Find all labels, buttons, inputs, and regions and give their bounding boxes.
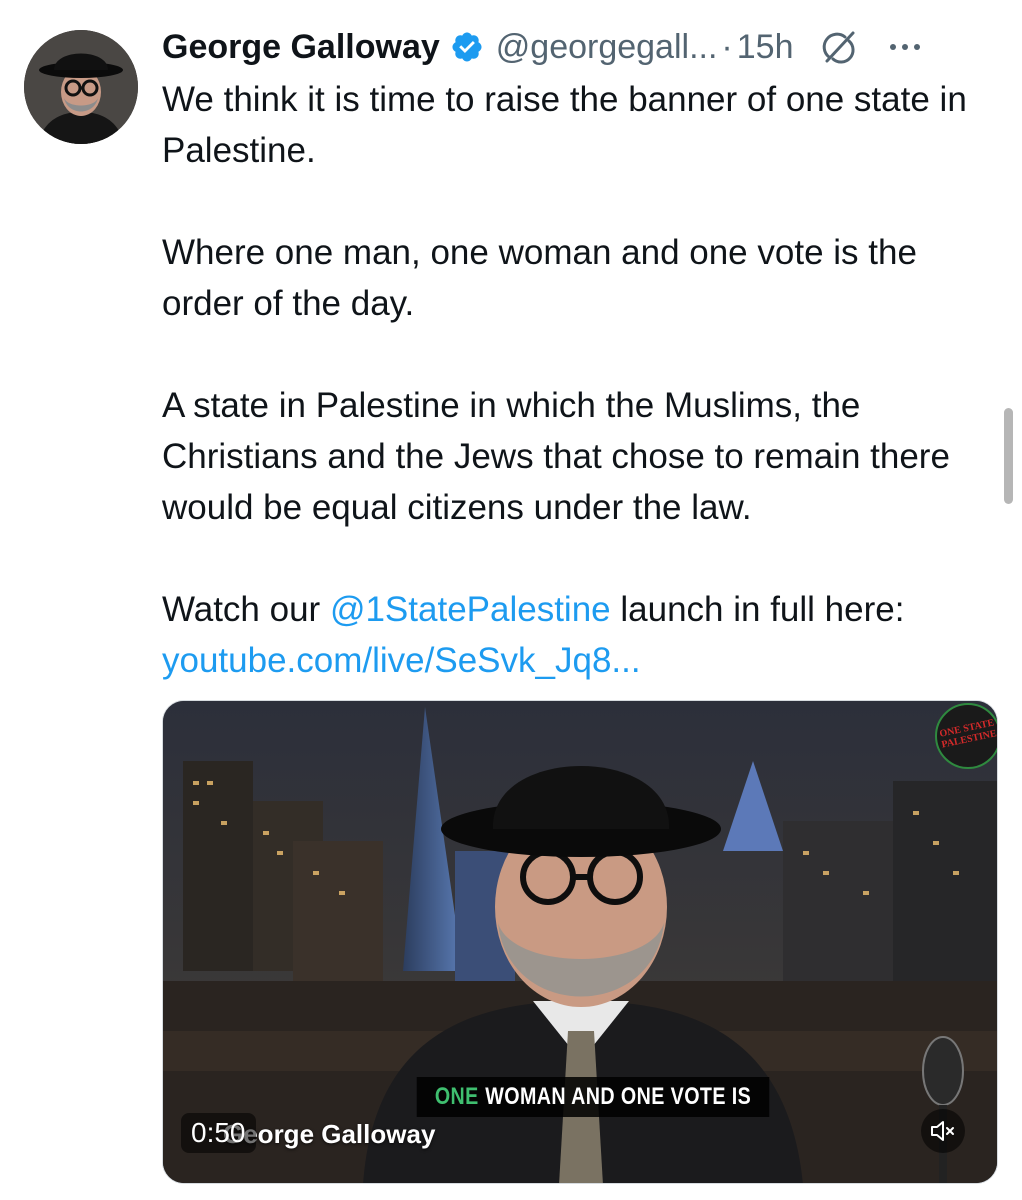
watch-prefix: Watch our	[162, 590, 330, 629]
video-duration: 0:50	[181, 1113, 256, 1153]
subtitle-highlight: ONE	[434, 1083, 479, 1110]
video-player[interactable]: ONE STATE PALESTINE ONE WOMAN AND ONE VO…	[162, 700, 998, 1184]
tweet-timestamp[interactable]: 15h	[737, 28, 794, 67]
one-state-palestine-logo: ONE STATE PALESTINE	[935, 703, 997, 769]
more-options-icon[interactable]	[885, 29, 925, 65]
youtube-link[interactable]: youtube.com/live/SeSvk_Jq8...	[162, 641, 641, 680]
tweet-body: We think it is time to raise the banner …	[162, 74, 982, 686]
tweet-header: George Galloway @georgegall... · 15h	[162, 22, 1002, 72]
watch-suffix: launch in full here:	[610, 590, 905, 629]
scrollbar-thumb[interactable]	[1004, 408, 1013, 504]
separator-dot: ·	[721, 27, 733, 66]
tweet-paragraph: Where one man, one woman and one vote is…	[162, 233, 917, 323]
author-name[interactable]: George Galloway	[162, 28, 440, 67]
verified-badge-icon[interactable]	[450, 30, 484, 64]
avatar-portrait	[24, 30, 138, 144]
video-subtitle: ONE WOMAN AND ONE VOTE IS	[416, 1077, 770, 1117]
tweet-paragraph: A state in Palestine in which the Muslim…	[162, 386, 950, 527]
grok-icon[interactable]	[821, 29, 857, 65]
author-handle[interactable]: @georgegall...	[496, 28, 718, 67]
author-avatar[interactable]	[24, 30, 138, 144]
speaker-muted-icon[interactable]	[921, 1109, 965, 1153]
subtitle-text: WOMAN AND ONE VOTE IS	[485, 1083, 752, 1110]
tweet-paragraph: We think it is time to raise the banner …	[162, 80, 967, 170]
tweet-paragraph: Watch our @1StatePalestine launch in ful…	[162, 584, 982, 686]
mention-link[interactable]: @1StatePalestine	[330, 590, 611, 629]
